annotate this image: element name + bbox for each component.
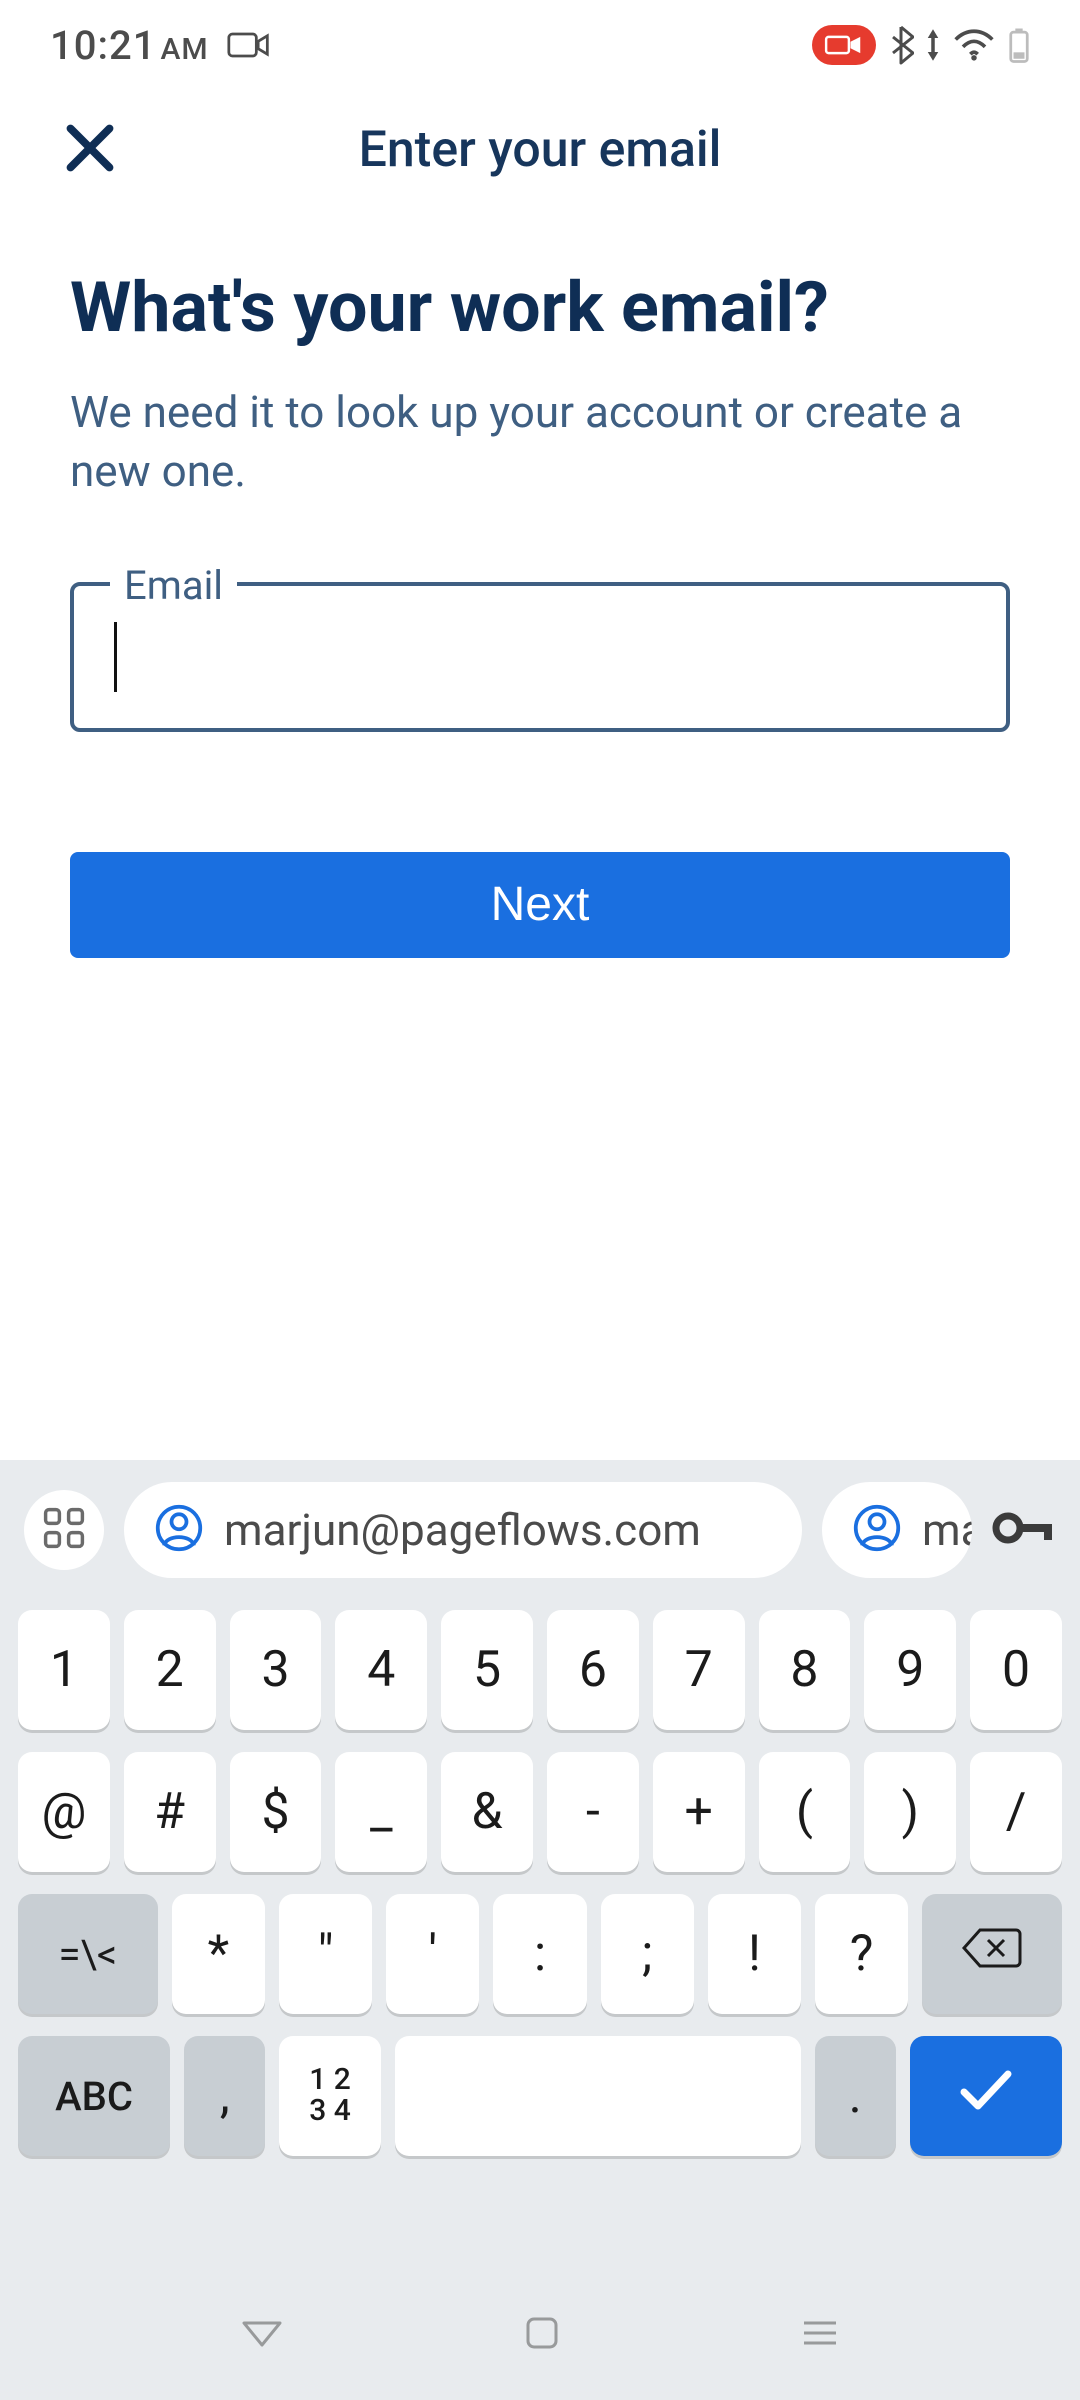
sync-icon xyxy=(926,27,940,63)
key-hash[interactable]: # xyxy=(124,1752,216,1872)
video-icon xyxy=(227,30,271,60)
key-mode-abc[interactable]: ABC xyxy=(18,2036,170,2156)
key-colon[interactable]: : xyxy=(493,1894,586,2014)
check-icon xyxy=(956,2066,1016,2127)
email-field-wrap: Email xyxy=(70,582,1010,732)
email-label: Email xyxy=(110,562,237,609)
key-icon xyxy=(992,1507,1056,1553)
grid-icon xyxy=(41,1505,87,1555)
nav-recents-icon[interactable] xyxy=(798,2317,842,2353)
key-slash[interactable]: / xyxy=(970,1752,1062,1872)
status-time-value: 10:21 xyxy=(50,22,156,69)
keyboard: marjun@pageflows.com ma 1 2 3 4 5 6 7 8 … xyxy=(0,1460,1080,2400)
key-7[interactable]: 7 xyxy=(653,1610,745,1730)
key-9[interactable]: 9 xyxy=(864,1610,956,1730)
key-rparen[interactable]: ) xyxy=(864,1752,956,1872)
nav-back-icon[interactable] xyxy=(238,2317,286,2353)
status-time: 10:21AM xyxy=(50,22,209,69)
status-right xyxy=(812,25,1030,65)
key-semicolon[interactable]: ; xyxy=(601,1894,694,2014)
key-underscore[interactable]: _ xyxy=(335,1752,427,1872)
status-bar: 10:21AM xyxy=(0,0,1080,90)
record-badge-icon xyxy=(812,25,876,65)
key-space[interactable] xyxy=(395,2036,801,2156)
key-comma[interactable]: , xyxy=(184,2036,265,2156)
key-plus[interactable]: + xyxy=(653,1752,745,1872)
page-subtext: We need it to look up your account or cr… xyxy=(70,383,1010,502)
key-3[interactable]: 3 xyxy=(230,1610,322,1730)
suggestion-text-main: marjun@pageflows.com xyxy=(224,1504,701,1556)
key-2[interactable]: 2 xyxy=(124,1610,216,1730)
nav-bar xyxy=(0,2270,1080,2400)
suggestion-text-partial: ma xyxy=(922,1504,972,1556)
key-lparen[interactable]: ( xyxy=(759,1752,851,1872)
keyboard-rows: 1 2 3 4 5 6 7 8 9 0 @ # $ _ & - + ( ) / … xyxy=(0,1600,1080,2270)
key-dollar[interactable]: $ xyxy=(230,1752,322,1872)
numpad-top: 1 2 xyxy=(309,2065,351,2096)
key-dquote[interactable]: " xyxy=(279,1894,372,2014)
next-button[interactable]: Next xyxy=(70,852,1010,958)
key-squote[interactable]: ' xyxy=(386,1894,479,2014)
key-numpad[interactable]: 1 2 3 4 xyxy=(279,2036,380,2156)
key-amp[interactable]: & xyxy=(441,1752,533,1872)
content: What's your work email? We need it to lo… xyxy=(0,210,1080,958)
key-6[interactable]: 6 xyxy=(547,1610,639,1730)
header-title: Enter your email xyxy=(359,121,722,179)
kb-row-1: 1 2 3 4 5 6 7 8 9 0 xyxy=(18,1610,1062,1730)
key-8[interactable]: 8 xyxy=(759,1610,851,1730)
kb-row-4: ABC , 1 2 3 4 . xyxy=(18,2036,1062,2156)
key-symbols-shift[interactable]: =\< xyxy=(18,1894,158,2014)
backspace-icon xyxy=(962,1925,1022,1983)
wifi-icon xyxy=(952,28,996,62)
key-exclaim[interactable]: ! xyxy=(708,1894,801,2014)
keyboard-apps-button[interactable] xyxy=(24,1490,104,1570)
bluetooth-icon xyxy=(888,25,914,65)
key-backspace[interactable] xyxy=(922,1894,1062,2014)
status-left: 10:21AM xyxy=(50,22,271,69)
key-4[interactable]: 4 xyxy=(335,1610,427,1730)
person-icon xyxy=(154,1503,204,1557)
key-1[interactable]: 1 xyxy=(18,1610,110,1730)
close-icon xyxy=(64,122,116,178)
numpad-icon: 1 2 3 4 xyxy=(309,2065,351,2126)
key-question[interactable]: ? xyxy=(815,1894,908,2014)
email-input[interactable] xyxy=(117,630,966,684)
key-minus[interactable]: - xyxy=(547,1752,639,1872)
key-star[interactable]: * xyxy=(172,1894,265,2014)
kb-row-2: @ # $ _ & - + ( ) / xyxy=(18,1752,1062,1872)
kb-row-3: =\< * " ' : ; ! ? xyxy=(18,1894,1062,2014)
passwords-button[interactable] xyxy=(992,1507,1056,1553)
numpad-bot: 3 4 xyxy=(309,2096,351,2127)
person-icon xyxy=(852,1503,902,1557)
key-period[interactable]: . xyxy=(815,2036,896,2156)
status-ampm: AM xyxy=(160,32,208,67)
key-at[interactable]: @ xyxy=(18,1752,110,1872)
key-submit[interactable] xyxy=(910,2036,1062,2156)
app-header: Enter your email xyxy=(0,90,1080,210)
key-5[interactable]: 5 xyxy=(441,1610,533,1730)
suggestion-chip-main[interactable]: marjun@pageflows.com xyxy=(124,1482,802,1578)
key-0[interactable]: 0 xyxy=(970,1610,1062,1730)
suggestion-chip-partial[interactable]: ma xyxy=(822,1482,972,1578)
close-button[interactable] xyxy=(60,120,120,180)
page-question: What's your work email? xyxy=(70,270,1010,347)
nav-home-icon[interactable] xyxy=(522,2313,562,2357)
battery-icon xyxy=(1008,26,1030,64)
suggestion-row: marjun@pageflows.com ma xyxy=(0,1460,1080,1600)
